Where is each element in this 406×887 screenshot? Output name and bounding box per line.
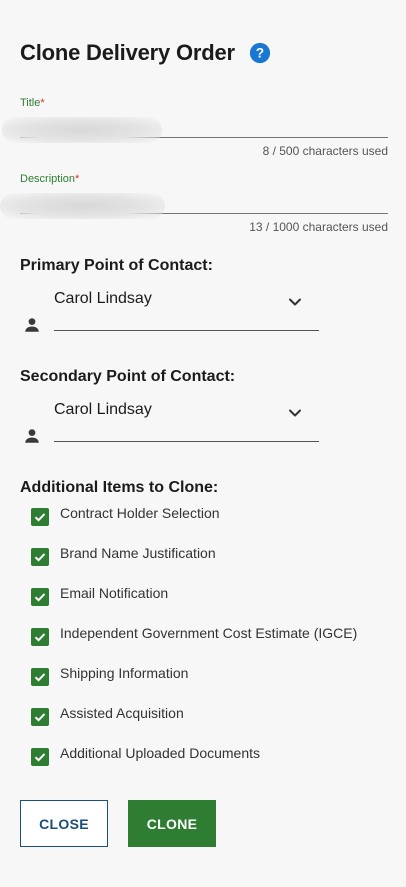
primary-poc-field: Carol Lindsay [20, 290, 320, 342]
checkbox-email-notification[interactable]: Email Notification [31, 585, 391, 609]
primary-poc-value: Carol Lindsay [54, 290, 152, 307]
dialog-title: Clone Delivery Order [20, 40, 235, 65]
check-icon [34, 713, 46, 722]
required-marker: * [75, 173, 80, 185]
question-circle-icon[interactable]: ? [249, 42, 271, 64]
dialog-header: Clone Delivery Order ? [20, 40, 271, 66]
svg-text:?: ? [256, 46, 264, 61]
checkbox-checked[interactable] [31, 708, 49, 726]
secondary-poc-value: Carol Lindsay [54, 401, 152, 418]
checkbox-checked[interactable] [31, 628, 49, 646]
primary-poc-select[interactable]: Carol Lindsay [54, 290, 319, 331]
primary-poc-label: Primary Point of Contact: [20, 257, 213, 274]
checkbox-checked[interactable] [31, 548, 49, 566]
person-icon [25, 318, 39, 332]
checkbox-brand-name-justification[interactable]: Brand Name Justification [31, 545, 391, 569]
check-icon [34, 753, 46, 762]
description-field: Description* 13 / 1000 characters used [0, 173, 388, 234]
description-field-label: Description [20, 173, 76, 185]
redacted-value [2, 117, 162, 143]
checkbox-label: Independent Government Cost Estimate (IG… [60, 625, 358, 641]
checkbox-contract-holder-selection[interactable]: Contract Holder Selection [31, 505, 391, 529]
clone-delivery-order-dialog: Clone Delivery Order ? Title* 8 / 500 ch… [0, 0, 406, 887]
title-input[interactable] [2, 109, 388, 143]
check-icon [34, 593, 46, 602]
check-icon [34, 553, 46, 562]
chevron-down-icon [289, 409, 301, 417]
description-char-counter: 13 / 1000 characters used [249, 220, 388, 234]
checkbox-checked[interactable] [31, 748, 49, 766]
checkbox-checked[interactable] [31, 508, 49, 526]
close-button[interactable]: CLOSE [20, 800, 108, 847]
title-field: Title* 8 / 500 characters used [2, 97, 388, 158]
check-icon [34, 673, 46, 682]
checkbox-label: Brand Name Justification [60, 545, 216, 561]
checkbox-additional-uploaded-documents[interactable]: Additional Uploaded Documents [31, 745, 391, 769]
checkbox-shipping-information[interactable]: Shipping Information [31, 665, 391, 689]
redacted-value [0, 193, 165, 219]
checkbox-label: Email Notification [60, 585, 169, 601]
checkbox-checked[interactable] [31, 668, 49, 686]
secondary-poc-label: Secondary Point of Contact: [20, 368, 236, 385]
clone-button[interactable]: CLONE [128, 800, 216, 847]
title-char-counter: 8 / 500 characters used [262, 144, 388, 158]
title-field-label: Title [20, 97, 41, 109]
secondary-poc-select[interactable]: Carol Lindsay [54, 401, 319, 442]
person-icon [25, 429, 39, 443]
checkbox-assisted-acquisition[interactable]: Assisted Acquisition [31, 705, 391, 729]
description-input[interactable] [0, 185, 388, 219]
checkbox-checked[interactable] [31, 588, 49, 606]
chevron-down-icon [289, 298, 301, 306]
checkbox-label: Contract Holder Selection [60, 505, 220, 521]
checkbox-label: Additional Uploaded Documents [60, 745, 261, 761]
check-icon [34, 633, 46, 642]
required-marker: * [40, 97, 45, 109]
secondary-poc-field: Carol Lindsay [20, 401, 320, 453]
clone-items-label: Additional Items to Clone: [20, 479, 219, 496]
checkbox-label: Shipping Information [60, 665, 189, 681]
check-icon [34, 513, 46, 522]
checkbox-label: Assisted Acquisition [60, 705, 184, 721]
checkbox-igce[interactable]: Independent Government Cost Estimate (IG… [31, 625, 391, 649]
